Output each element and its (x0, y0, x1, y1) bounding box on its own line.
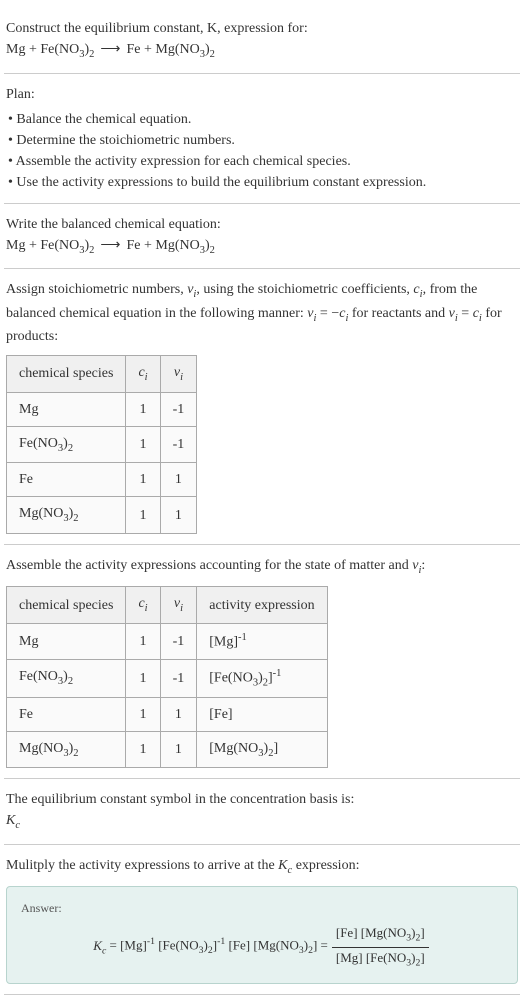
table-header-row: chemical species ci νi activity expressi… (7, 587, 328, 624)
cell-c: 1 (126, 659, 160, 697)
cell-v: 1 (160, 497, 197, 534)
col-species: chemical species (7, 356, 126, 393)
table-row: Mg 1 -1 (7, 392, 197, 426)
plan-list: Balance the chemical equation. Determine… (6, 109, 518, 193)
cell-species: Fe(NO3)2 (7, 659, 126, 697)
cell-species: Mg(NO3)2 (7, 497, 126, 534)
cell-species: Mg (7, 623, 126, 659)
cell-v: 1 (160, 463, 197, 497)
plan-item: Use the activity expressions to build th… (8, 172, 518, 193)
cell-c: 1 (126, 497, 160, 534)
symbol-section: The equilibrium constant symbol in the c… (4, 779, 520, 845)
col-vi: νi (160, 587, 197, 624)
answer-numerator: [Fe] [Mg(NO3)2] (332, 923, 429, 947)
cell-v: -1 (160, 623, 197, 659)
cell-v: 1 (160, 697, 197, 731)
intro-line: Construct the equilibrium constant, K, e… (6, 18, 518, 39)
cell-expr: [Mg(NO3)2] (197, 731, 327, 768)
multiply-section: Mulitply the activity expressions to arr… (4, 845, 520, 995)
cell-species: Fe(NO3)2 (7, 426, 126, 463)
multiply-title: Mulitply the activity expressions to arr… (6, 855, 518, 879)
cell-species: Fe (7, 463, 126, 497)
symbol-line1: The equilibrium constant symbol in the c… (6, 789, 518, 810)
cell-c: 1 (126, 697, 160, 731)
assign-text: Assign stoichiometric numbers, νi, using… (6, 279, 518, 347)
table-row: Fe 1 1 (7, 463, 197, 497)
plan-item: Assemble the activity expression for eac… (8, 151, 518, 172)
activity-section: Assemble the activity expressions accoun… (4, 545, 520, 780)
stoich-table: chemical species ci νi Mg 1 -1 Fe(NO3)2 … (6, 355, 197, 534)
cell-v: -1 (160, 426, 197, 463)
table-row: Fe 1 1 [Fe] (7, 697, 328, 731)
activity-title: Assemble the activity expressions accoun… (6, 555, 518, 579)
cell-c: 1 (126, 463, 160, 497)
cell-v: -1 (160, 392, 197, 426)
answer-box: Answer: Kc = [Mg]-1 [Fe(NO3)2]-1 [Fe] [M… (6, 886, 518, 983)
cell-v: 1 (160, 731, 197, 768)
plan-section: Plan: Balance the chemical equation. Det… (4, 74, 520, 204)
col-ci: ci (126, 587, 160, 624)
balanced-section: Write the balanced chemical equation: Mg… (4, 204, 520, 270)
plan-item: Balance the chemical equation. (8, 109, 518, 130)
intro-section: Construct the equilibrium constant, K, e… (4, 8, 520, 74)
intro-equation: Mg + Fe(NO3)2⟶Fe + Mg(NO3)2 (6, 39, 518, 63)
intro-text: Construct the equilibrium constant, K, e… (6, 21, 308, 36)
cell-species: Mg(NO3)2 (7, 731, 126, 768)
table-row: Mg(NO3)2 1 1 (7, 497, 197, 534)
activity-table: chemical species ci νi activity expressi… (6, 586, 328, 768)
answer-label: Answer: (21, 899, 503, 917)
cell-expr: [Mg]-1 (197, 623, 327, 659)
balanced-equation: Mg + Fe(NO3)2⟶Fe + Mg(NO3)2 (6, 235, 518, 259)
col-expr: activity expression (197, 587, 327, 624)
cell-expr: [Fe] (197, 697, 327, 731)
symbol-kc: Kc (6, 810, 518, 834)
col-vi: νi (160, 356, 197, 393)
col-ci: ci (126, 356, 160, 393)
table-row: Fe(NO3)2 1 -1 (7, 426, 197, 463)
plan-item: Determine the stoichiometric numbers. (8, 130, 518, 151)
plan-title: Plan: (6, 84, 518, 105)
table-row: Mg 1 -1 [Mg]-1 (7, 623, 328, 659)
table-row: Fe(NO3)2 1 -1 [Fe(NO3)2]-1 (7, 659, 328, 697)
answer-fraction: [Fe] [Mg(NO3)2] [Mg] [Fe(NO3)2] (332, 923, 429, 970)
cell-species: Fe (7, 697, 126, 731)
answer-denominator: [Mg] [Fe(NO3)2] (332, 948, 429, 971)
table-header-row: chemical species ci νi (7, 356, 197, 393)
answer-expression: Kc = [Mg]-1 [Fe(NO3)2]-1 [Fe] [Mg(NO3)2]… (21, 923, 503, 970)
cell-c: 1 (126, 623, 160, 659)
col-species: chemical species (7, 587, 126, 624)
cell-species: Mg (7, 392, 126, 426)
cell-expr: [Fe(NO3)2]-1 (197, 659, 327, 697)
assign-section: Assign stoichiometric numbers, νi, using… (4, 269, 520, 545)
answer-lhs: Kc = [Mg]-1 [Fe(NO3)2]-1 [Fe] [Mg(NO3)2]… (93, 935, 328, 959)
table-row: Mg(NO3)2 1 1 [Mg(NO3)2] (7, 731, 328, 768)
cell-c: 1 (126, 731, 160, 768)
cell-v: -1 (160, 659, 197, 697)
cell-c: 1 (126, 392, 160, 426)
balanced-title: Write the balanced chemical equation: (6, 214, 518, 235)
cell-c: 1 (126, 426, 160, 463)
